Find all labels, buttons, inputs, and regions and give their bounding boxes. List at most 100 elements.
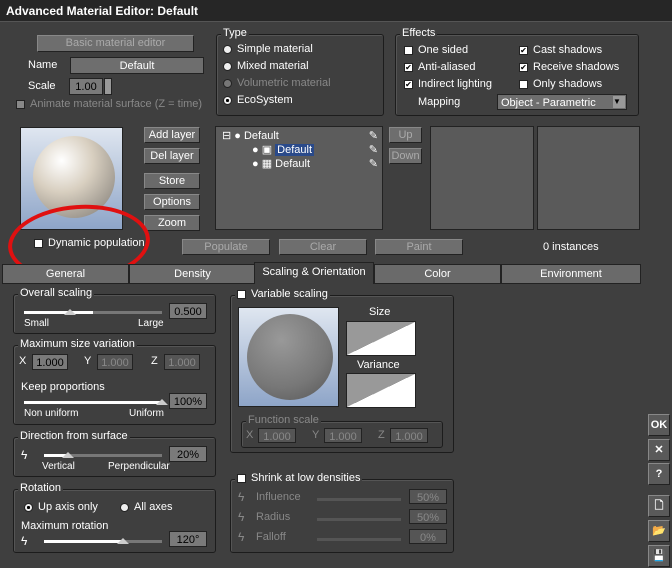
- slider-thumb[interactable]: [64, 309, 76, 315]
- direction-value[interactable]: 20%: [169, 446, 207, 462]
- falloff-value: 0%: [409, 529, 447, 544]
- only-shadows-checkbox[interactable]: Only shadows: [519, 78, 602, 90]
- layer-preview-1: [430, 126, 534, 230]
- paint-button[interactable]: Paint: [375, 239, 463, 255]
- window-title: Advanced Material Editor: Default: [0, 0, 672, 22]
- rotation-slider[interactable]: [44, 540, 162, 543]
- influence-value: 50%: [409, 489, 447, 504]
- indirect-lighting-checkbox[interactable]: ✔ Indirect lighting: [404, 78, 492, 90]
- variance-ramp[interactable]: [346, 373, 416, 408]
- influence-slider: [317, 498, 401, 501]
- size-z-input: 1.000: [164, 354, 200, 370]
- radio-up-axis[interactable]: Up axis only: [24, 501, 98, 513]
- lightning-icon: ϟ: [238, 510, 245, 524]
- type-legend: Type: [221, 27, 249, 39]
- shrink-checkbox[interactable]: Shrink at low densities: [235, 472, 363, 484]
- store-button[interactable]: Store: [144, 173, 200, 189]
- radio-all-axes[interactable]: All axes: [120, 501, 173, 513]
- function-x-input: 1.000: [258, 428, 296, 443]
- function-scale-group: Function scale X 1.000 Y 1.000 Z 1.000: [241, 414, 443, 448]
- lightning-icon: ϟ: [238, 530, 245, 544]
- scaling-preview: [238, 307, 339, 407]
- radio-simple[interactable]: Simple material: [223, 43, 313, 55]
- function-y-input: 1.000: [324, 428, 362, 443]
- layer-preview-2: [537, 126, 640, 230]
- name-input[interactable]: Default: [70, 57, 204, 74]
- keep-proportions-slider[interactable]: [24, 401, 162, 404]
- slider-thumb[interactable]: [156, 399, 168, 405]
- close-button[interactable]: ✕: [648, 439, 670, 461]
- pencil-icon[interactable]: ✎: [369, 129, 378, 142]
- pencil-icon[interactable]: ✎: [369, 143, 378, 156]
- lightning-icon[interactable]: ϟ: [21, 534, 27, 548]
- new-file-icon[interactable]: 🗋: [648, 495, 670, 517]
- direction-group: Direction from surface ϟ Vertical Perpen…: [13, 430, 216, 477]
- radio-ecosystem[interactable]: EcoSystem: [223, 94, 293, 106]
- size-y-input: 1.000: [97, 354, 133, 370]
- options-button[interactable]: Options: [144, 194, 200, 210]
- animate-checkbox[interactable]: Animate material surface (Z = time): [16, 98, 202, 110]
- chevron-down-icon: ▼: [613, 96, 625, 108]
- clear-button[interactable]: Clear: [279, 239, 367, 255]
- layer-tree[interactable]: ⊟ ● Default ● ▣ Default ● ▦ Default ✎ ✎ …: [215, 126, 383, 230]
- ok-button[interactable]: OK: [648, 414, 670, 436]
- receive-shadows-checkbox[interactable]: ✔ Receive shadows: [519, 61, 619, 73]
- rotation-value[interactable]: 120°: [169, 531, 207, 547]
- type-group: Type Simple material Mixed material Volu…: [216, 27, 384, 116]
- overall-scaling-group: Overall scaling Small Large 0.500: [13, 287, 216, 334]
- up-button[interactable]: Up: [389, 127, 422, 143]
- variable-scaling-group: Variable scaling Size Variance Function …: [230, 288, 454, 453]
- pencil-icon[interactable]: ✎: [369, 157, 378, 170]
- scale-spinner[interactable]: [104, 78, 112, 95]
- rotation-group: Rotation Up axis only All axes Maximum r…: [13, 482, 216, 553]
- add-layer-button[interactable]: Add layer: [144, 127, 200, 143]
- overall-scaling-value[interactable]: 0.500: [169, 303, 207, 319]
- one-sided-checkbox[interactable]: One sided: [404, 44, 468, 56]
- name-label: Name: [28, 59, 58, 71]
- animate-label: Animate material surface (Z = time): [30, 98, 203, 110]
- down-button[interactable]: Down: [389, 148, 422, 164]
- scale-input[interactable]: 1.00: [69, 78, 103, 95]
- zoom-button[interactable]: Zoom: [144, 215, 200, 231]
- falloff-slider: [317, 538, 401, 541]
- scale-label: Scale: [28, 80, 56, 92]
- size-x-input[interactable]: 1.000: [32, 354, 68, 370]
- open-folder-icon[interactable]: 📂: [648, 520, 670, 542]
- lightning-icon: ϟ: [238, 490, 245, 504]
- tree-item-selected[interactable]: ● ▣ Default: [252, 143, 315, 156]
- tab-color[interactable]: Color: [374, 264, 501, 284]
- size-variation-group: Maximum size variation X 1.000 Y 1.000 Z…: [13, 338, 216, 425]
- checkbox-icon: [16, 99, 25, 109]
- radius-slider: [317, 518, 401, 521]
- radio-volumetric: Volumetric material: [223, 77, 331, 89]
- populate-button[interactable]: Populate: [182, 239, 270, 255]
- radio-mixed[interactable]: Mixed material: [223, 60, 309, 72]
- radius-value: 50%: [409, 509, 447, 524]
- save-disk-icon[interactable]: 💾: [648, 545, 670, 567]
- anti-aliased-checkbox[interactable]: ✔ Anti-aliased: [404, 61, 475, 73]
- instances-count: 0 instances: [543, 241, 599, 253]
- effects-group: Effects One sided ✔ Anti-aliased ✔ Indirec…: [395, 27, 639, 116]
- tab-environment[interactable]: Environment: [501, 264, 641, 284]
- tab-general[interactable]: General: [2, 264, 129, 284]
- lightning-icon[interactable]: ϟ: [21, 448, 27, 462]
- variable-scaling-checkbox[interactable]: Variable scaling: [235, 288, 330, 300]
- help-button[interactable]: ?: [648, 463, 670, 485]
- shrink-group: Shrink at low densities ϟ Influence 50% …: [230, 472, 454, 553]
- slider-thumb[interactable]: [62, 452, 74, 458]
- tree-root[interactable]: ⊟ ● Default: [222, 129, 279, 142]
- function-z-input: 1.000: [390, 428, 428, 443]
- overall-scaling-slider[interactable]: [24, 311, 162, 314]
- cast-shadows-checkbox[interactable]: ✔ Cast shadows: [519, 44, 602, 56]
- tab-scaling-orientation[interactable]: Scaling & Orientation: [254, 262, 374, 284]
- mapping-label: Mapping: [418, 96, 461, 108]
- tab-density[interactable]: Density: [129, 264, 256, 284]
- keep-proportions-value[interactable]: 100%: [169, 393, 207, 409]
- del-layer-button[interactable]: Del layer: [144, 148, 200, 164]
- size-ramp[interactable]: [346, 321, 416, 356]
- tree-item[interactable]: ● ▦ Default: [252, 157, 310, 170]
- basic-editor-button[interactable]: Basic material editor: [37, 35, 194, 52]
- mapping-dropdown[interactable]: Object - Parametric ▼: [497, 94, 627, 110]
- effects-legend: Effects: [400, 27, 438, 39]
- slider-thumb[interactable]: [117, 538, 129, 544]
